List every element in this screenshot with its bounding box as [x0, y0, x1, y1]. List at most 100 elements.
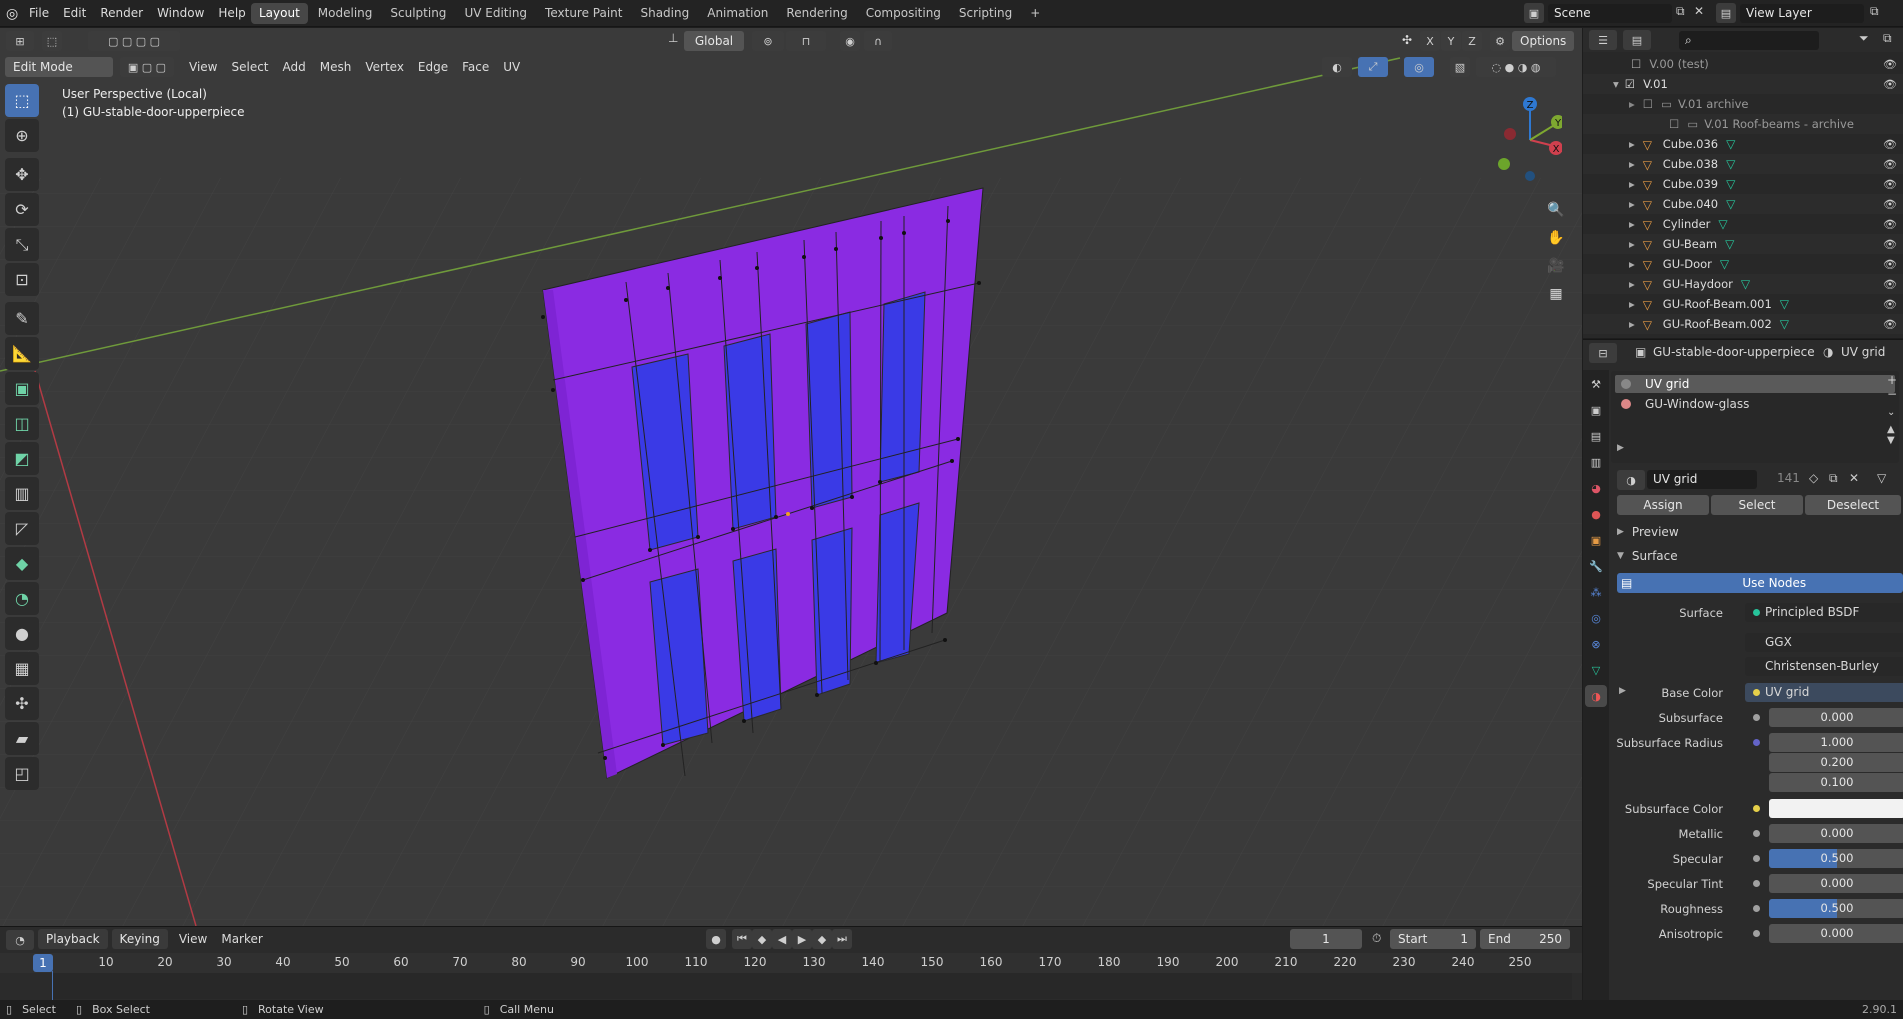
- menu-mesh[interactable]: Mesh: [313, 54, 359, 81]
- loop-cut-tool[interactable]: ▥: [5, 477, 39, 510]
- cursor-tool[interactable]: ⊕: [5, 119, 39, 152]
- subsurface-slider[interactable]: 0.000: [1769, 708, 1903, 727]
- overlay-toggle-icon[interactable]: ◎: [1404, 57, 1434, 77]
- subsurface-radius-x[interactable]: 1.000: [1769, 733, 1903, 752]
- outliner-row[interactable]: ▸ ▽ Cube.036 ▽ 👁: [1583, 134, 1903, 154]
- material-slot-row[interactable]: GU-Window-glass: [1615, 395, 1895, 413]
- new-scene-icon[interactable]: ⧉: [1676, 4, 1685, 19]
- filter-icon[interactable]: ⏷: [1859, 31, 1869, 46]
- outliner-row[interactable]: ☐ V.00 (test) 👁: [1583, 54, 1903, 74]
- remove-slot-icon[interactable]: −: [1887, 387, 1901, 401]
- prev-key-icon[interactable]: ◆: [752, 929, 772, 949]
- select-mode-buttons[interactable]: ▢ ▢ ▢ ▢: [88, 31, 180, 51]
- eye-icon[interactable]: 👁: [1883, 238, 1897, 251]
- unlink-material-icon[interactable]: ✕: [1849, 471, 1859, 485]
- output-tab-icon[interactable]: ▤: [1585, 425, 1607, 447]
- eye-icon[interactable]: 👁: [1883, 138, 1897, 151]
- marker-menu[interactable]: Marker: [214, 927, 269, 951]
- knife-tool[interactable]: ◸: [5, 512, 39, 545]
- transform-tool[interactable]: ⊡: [5, 263, 39, 296]
- physics-tab-icon[interactable]: ◎: [1585, 607, 1607, 629]
- outliner-row[interactable]: ▾ ☑ V.01 👁: [1583, 74, 1903, 94]
- menu-window[interactable]: Window: [150, 0, 211, 27]
- scale-tool[interactable]: ⤡: [5, 228, 39, 261]
- tab-layout[interactable]: Layout: [251, 3, 308, 24]
- annotate-tool[interactable]: ✎: [5, 302, 39, 335]
- material-slot-row[interactable]: UV grid: [1615, 375, 1895, 393]
- eye-icon[interactable]: 👁: [1883, 198, 1897, 211]
- tool-tab-icon[interactable]: ⚒: [1585, 373, 1607, 395]
- surface-shader-field[interactable]: Principled BSDF: [1745, 603, 1903, 622]
- eye-icon[interactable]: 👁: [1883, 298, 1897, 311]
- 3d-viewport[interactable]: ⊞ ⬚ ▢ ▢ ▢ ▢ ⊥ Global ⊚ ⊓ ◉ ∩ ✣ X Y Z ⚙ O…: [0, 28, 1582, 926]
- move-up-icon[interactable]: ▲: [1887, 424, 1901, 435]
- outliner-row[interactable]: ☐ ▭ V.01 Roof-beams - archive: [1583, 114, 1903, 134]
- add-slot-icon[interactable]: +: [1887, 373, 1901, 387]
- modifier-tab-icon[interactable]: 🔧: [1585, 555, 1607, 577]
- tab-animation[interactable]: Animation: [699, 3, 776, 24]
- bevel-tool[interactable]: ◩: [5, 442, 39, 475]
- world-tab-icon[interactable]: ●: [1585, 503, 1607, 525]
- anisotropic-slider[interactable]: 0.000: [1769, 924, 1903, 943]
- gizmo-toggle-icon[interactable]: ⤢: [1358, 57, 1388, 77]
- surface-panel-header[interactable]: ▼ Surface: [1617, 547, 1678, 565]
- view-layer-selector[interactable]: View Layer: [1740, 4, 1864, 23]
- rotate-tool[interactable]: ⟳: [5, 193, 39, 226]
- start-frame-field[interactable]: Start 1: [1390, 929, 1476, 949]
- axis-x-toggle[interactable]: X: [1420, 31, 1440, 51]
- transform-orientation-dropdown[interactable]: Global: [684, 31, 744, 51]
- outliner-row[interactable]: ▸ ▽ Cube.038 ▽ 👁: [1583, 154, 1903, 174]
- view-layer-tab-icon[interactable]: ▥: [1585, 451, 1607, 473]
- eye-icon[interactable]: 👁: [1883, 158, 1897, 171]
- measure-tool[interactable]: 📐: [5, 337, 39, 370]
- select-button[interactable]: Select: [1711, 495, 1803, 515]
- slot-menu-icon[interactable]: ⌄: [1887, 407, 1901, 418]
- navigation-gizmo[interactable]: Z X Y: [1492, 90, 1562, 190]
- base-color-field[interactable]: UV grid: [1745, 683, 1903, 702]
- jump-start-icon[interactable]: ⏮: [732, 929, 752, 949]
- tab-texture-paint[interactable]: Texture Paint: [537, 3, 630, 24]
- particles-tab-icon[interactable]: ⁂: [1585, 581, 1607, 603]
- ortho-grid-icon[interactable]: ▦: [1542, 280, 1570, 308]
- menu-vertex[interactable]: Vertex: [358, 54, 411, 81]
- material-tab-icon[interactable]: ◑: [1585, 685, 1607, 707]
- edge-slide-tool[interactable]: ▦: [5, 652, 39, 685]
- material-name-field[interactable]: UV grid: [1647, 470, 1757, 489]
- tab-scripting[interactable]: Scripting: [951, 3, 1020, 24]
- assign-button[interactable]: Assign: [1617, 495, 1709, 515]
- new-view-layer-icon[interactable]: ⧉: [1870, 4, 1879, 19]
- tab-rendering[interactable]: Rendering: [778, 3, 855, 24]
- object-tab-icon[interactable]: ▣: [1585, 529, 1607, 551]
- playhead[interactable]: 1: [33, 954, 53, 972]
- eye-icon[interactable]: 👁: [1883, 318, 1897, 331]
- timeline-track-area[interactable]: [52, 973, 1572, 999]
- pan-hand-icon[interactable]: ✋: [1542, 224, 1570, 252]
- subsurface-color-swatch[interactable]: [1769, 799, 1903, 818]
- outliner-row[interactable]: ▸ ▽ Cube.039 ▽ 👁: [1583, 174, 1903, 194]
- roughness-slider[interactable]: 0.500: [1769, 899, 1903, 918]
- play-reverse-icon[interactable]: ◀: [772, 929, 792, 949]
- proportional-editing-icon[interactable]: ◉: [840, 31, 860, 51]
- menu-help[interactable]: Help: [211, 0, 252, 27]
- outliner-search-input[interactable]: ⌕: [1679, 31, 1819, 50]
- end-frame-field[interactable]: End 250: [1480, 929, 1570, 949]
- menu-file[interactable]: File: [22, 0, 56, 27]
- menu-render[interactable]: Render: [93, 0, 150, 27]
- extrude-tool[interactable]: ▣: [5, 372, 39, 405]
- mode-dropdown[interactable]: Edit Mode: [5, 57, 113, 77]
- options-dropdown[interactable]: Options: [1512, 31, 1574, 51]
- timeline-editor-icon[interactable]: ◔: [6, 930, 34, 950]
- specular-tint-slider[interactable]: 0.000: [1769, 874, 1903, 893]
- outliner-editor-icon[interactable]: ☰: [1589, 30, 1617, 50]
- shading-mode-icons[interactable]: ◌ ● ◑ ◍: [1476, 57, 1556, 77]
- data-tab-icon[interactable]: ▽: [1585, 659, 1607, 681]
- view-layer-icon[interactable]: ▤: [1716, 3, 1736, 23]
- spin-tool[interactable]: ◔: [5, 582, 39, 615]
- blender-logo-icon[interactable]: ◎: [6, 6, 18, 22]
- visibility-icon[interactable]: ◐: [1322, 57, 1352, 77]
- xray-toggle-icon[interactable]: ▧: [1450, 57, 1470, 77]
- menu-face[interactable]: Face: [455, 54, 496, 81]
- tab-compositing[interactable]: Compositing: [858, 3, 949, 24]
- shear-tool[interactable]: ▰: [5, 722, 39, 755]
- eye-icon[interactable]: 👁: [1883, 218, 1897, 231]
